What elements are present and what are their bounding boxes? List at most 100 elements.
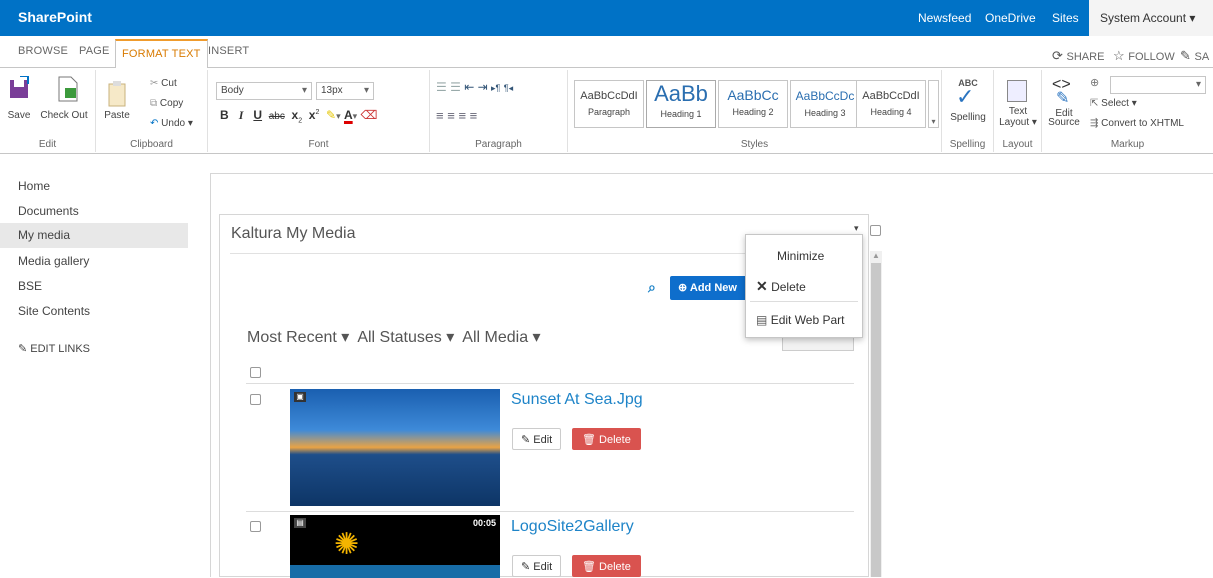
select-all-checkbox[interactable] — [250, 367, 261, 378]
user-menu[interactable]: System Account ▾ — [1089, 0, 1213, 36]
delete-button[interactable]: 🗑 Delete — [572, 555, 641, 577]
rtl-icon[interactable]: ¶◂ — [504, 83, 513, 93]
add-new-button[interactable]: ⊕ Add New — [670, 276, 750, 300]
styles-more-button[interactable]: ▾ — [928, 80, 939, 128]
scroll-up-icon[interactable]: ▲ — [872, 251, 880, 260]
scrollbar-track[interactable]: ▲ — [870, 251, 882, 577]
align-left-icon[interactable]: ≡ — [436, 108, 444, 123]
follow-button[interactable]: ☆ FOLLOW — [1113, 48, 1175, 64]
spelling-group-label: Spelling — [949, 139, 986, 150]
undo-icon: ↶ — [150, 118, 159, 129]
sharepoint-brand[interactable]: SharePoint — [18, 9, 92, 25]
bullet-list-icon[interactable]: ☰ — [436, 80, 447, 94]
strikethrough-icon[interactable]: abc — [269, 111, 285, 122]
highlight-icon[interactable]: ✎ — [326, 108, 336, 122]
styles-group: AaBbCcDdI Paragraph AaBb Heading 1 AaBbCc H… — [568, 70, 942, 152]
bold-icon[interactable]: B — [220, 108, 229, 122]
text-layout-icon[interactable] — [1007, 80, 1027, 102]
save-button[interactable] — [8, 75, 30, 102]
sites-link[interactable]: Sites — [1052, 11, 1079, 25]
nav-media-gallery[interactable]: Media gallery — [18, 254, 89, 268]
save-top-button[interactable]: ✎ SA — [1180, 48, 1209, 64]
checkout-label[interactable]: Check Out — [34, 110, 94, 121]
style-heading-2[interactable]: AaBbCc Heading 2 — [718, 80, 788, 128]
logo-video-thumbnail[interactable]: ▤ 00:05 ✺ — [290, 515, 500, 578]
item-checkbox[interactable] — [250, 521, 261, 532]
menu-minimize[interactable]: Minimize — [777, 249, 824, 263]
item-title-link[interactable]: Sunset At Sea.Jpg — [511, 391, 643, 409]
share-button[interactable]: ⟳ SHARE — [1052, 48, 1104, 64]
edit-button[interactable]: ✎ Edit — [512, 555, 562, 577]
search-icon[interactable]: ⌕ — [648, 279, 656, 296]
styles-group-label: Styles — [740, 139, 769, 150]
checkmark-icon[interactable]: ✓ — [956, 84, 974, 110]
scrollbar-thumb[interactable] — [871, 263, 881, 577]
tab-insert[interactable]: INSERT — [208, 45, 249, 57]
tab-format-text[interactable]: FORMAT TEXT — [115, 39, 208, 69]
menu-delete[interactable]: ✕ Delete — [756, 278, 806, 295]
style-paragraph[interactable]: AaBbCcDdI Paragraph — [574, 80, 644, 128]
align-right-icon[interactable]: ≡ — [458, 108, 466, 123]
tab-page[interactable]: PAGE — [79, 45, 110, 57]
superscript-icon[interactable]: x2 — [309, 108, 320, 122]
newsfeed-link[interactable]: Newsfeed — [918, 11, 971, 25]
spelling-button[interactable]: Spelling — [944, 112, 992, 123]
font-family-select[interactable]: Body ▾ — [216, 82, 312, 100]
sunset-thumbnail[interactable]: ▣ — [290, 389, 500, 506]
edit-button[interactable]: ✎ Edit — [512, 428, 562, 450]
indent-icon[interactable]: ⇥ — [478, 80, 488, 94]
convert-xhtml-button[interactable]: ⇶ Convert to XHTML — [1090, 118, 1184, 129]
nav-bse[interactable]: BSE — [18, 279, 42, 293]
underline-icon[interactable]: U — [253, 108, 262, 122]
copy-button[interactable]: ⧉ Copy — [150, 98, 183, 109]
cut-button[interactable]: ✂ Cut — [150, 78, 177, 89]
undo-button[interactable]: ↶ Undo ▾ — [150, 118, 193, 129]
align-center-icon[interactable]: ≡ — [447, 108, 455, 123]
filter-media[interactable]: All Media ▾ — [462, 329, 540, 346]
nav-site-contents[interactable]: Site Contents — [18, 304, 90, 318]
webpart-select-checkbox[interactable] — [870, 225, 881, 236]
item-checkbox[interactable] — [250, 394, 261, 405]
copy-icon: ⧉ — [150, 98, 158, 109]
font-group-label: Font — [308, 139, 329, 150]
italic-icon[interactable]: I — [239, 108, 244, 122]
number-list-icon[interactable]: ☰ — [450, 80, 461, 94]
tab-browse[interactable]: BROWSE — [18, 45, 68, 57]
paste-button[interactable] — [108, 80, 128, 113]
chevron-down-icon: ▾ — [1195, 79, 1201, 90]
font-size-select[interactable]: 13px ▾ — [316, 82, 374, 100]
justify-icon[interactable]: ≡ — [470, 108, 478, 123]
nav-my-media[interactable]: My media — [0, 223, 188, 248]
style-heading-3[interactable]: AaBbCcDc Heading 3 — [790, 80, 860, 128]
trash-icon: 🗑 — [582, 561, 596, 573]
nav-documents[interactable]: Documents — [18, 204, 79, 218]
outdent-icon[interactable]: ⇤ — [464, 80, 474, 94]
delete-button[interactable]: 🗑 Delete — [572, 428, 641, 450]
save-label[interactable]: Save — [4, 110, 34, 121]
select-button[interactable]: ⇱ Select ▾ — [1090, 98, 1137, 109]
share-icon: ⟳ — [1052, 48, 1067, 63]
text-layout-label[interactable]: Text — [994, 106, 1042, 117]
style-heading-1[interactable]: AaBb Heading 1 — [646, 80, 716, 128]
filter-sort[interactable]: Most Recent ▾ — [247, 329, 349, 346]
item-title-link[interactable]: LogoSite2Gallery — [511, 518, 634, 536]
markup-group-label: Markup — [1110, 139, 1145, 150]
ltr-icon[interactable]: ▸¶ — [491, 83, 500, 93]
subscript-icon[interactable]: x2 — [292, 108, 303, 124]
font-color-icon[interactable]: A — [344, 108, 353, 122]
menu-edit-web-part[interactable]: ▤ Edit Web Part — [756, 313, 845, 327]
source-label[interactable]: Source — [1048, 117, 1080, 128]
onedrive-link[interactable]: OneDrive — [985, 11, 1036, 25]
list-tools: ☰ ☰ ⇤ ⇥ ▸¶ ¶◂ — [436, 80, 513, 94]
save-edit-icon: ✎ — [1180, 48, 1195, 63]
filter-status[interactable]: All Statuses ▾ — [357, 329, 454, 346]
markup-styles-select[interactable]: ▾ — [1110, 76, 1206, 94]
layout-label[interactable]: Layout ▾ — [994, 117, 1042, 128]
webpart-menu-chevron-icon[interactable]: ▾ — [854, 223, 859, 234]
nav-home[interactable]: Home — [18, 179, 50, 193]
clear-format-icon[interactable]: ⌫ — [361, 108, 378, 122]
paste-label[interactable]: Paste — [102, 110, 132, 121]
edit-links[interactable]: ✎ EDIT LINKS — [18, 342, 90, 355]
checkout-button[interactable] — [56, 76, 80, 107]
style-heading-4[interactable]: AaBbCcDdI Heading 4 — [856, 80, 926, 128]
